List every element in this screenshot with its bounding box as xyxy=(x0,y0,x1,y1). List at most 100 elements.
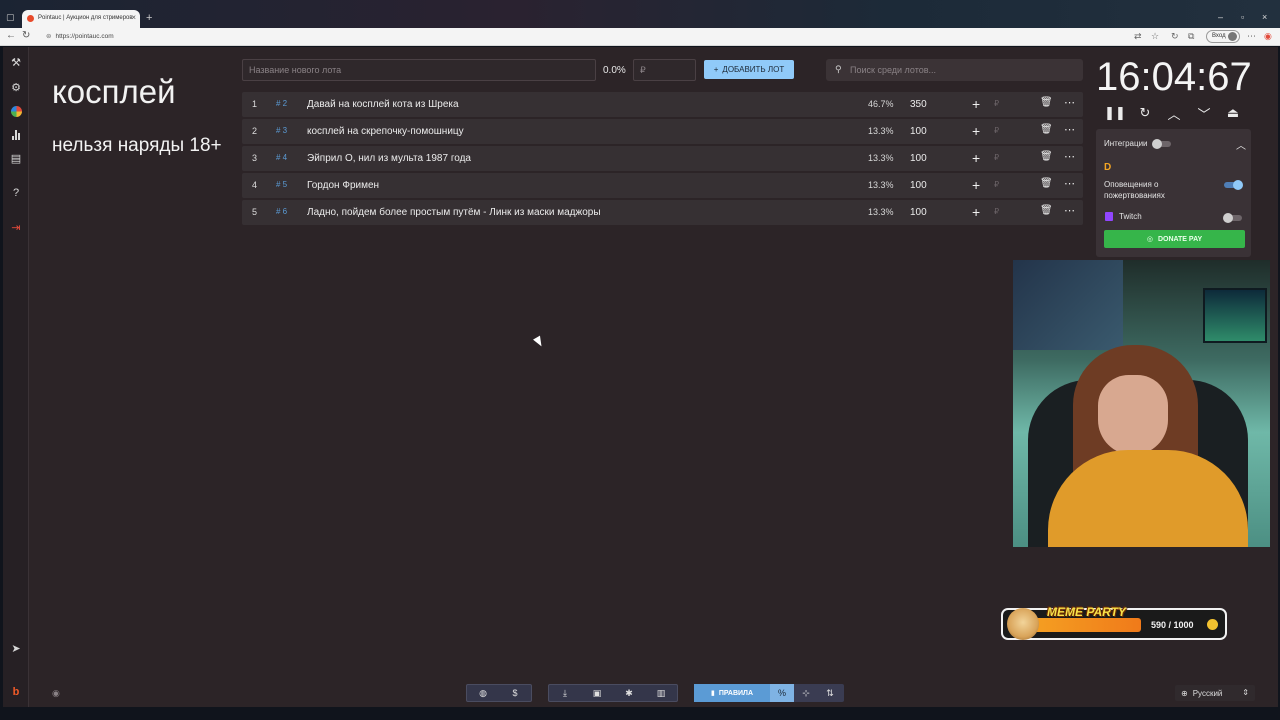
add-amount-icon[interactable]: + xyxy=(972,204,980,220)
telegram-icon[interactable]: ➤ xyxy=(9,641,23,655)
table-row: 2 # 3 косплей на скрепочку-помошницу 13.… xyxy=(242,119,1083,144)
lot-percent: 13.3% xyxy=(868,207,894,217)
lot-id: # 2 xyxy=(276,99,288,108)
lot-amount-currency[interactable]: ₽ xyxy=(994,180,999,189)
lot-amount-currency[interactable]: ₽ xyxy=(994,126,999,135)
lot-amount[interactable]: 100 xyxy=(910,207,927,218)
timer-increase-icon[interactable]: ︿ xyxy=(1166,105,1182,122)
browser-tab[interactable]: Pointauc | Аукцион для стримеров × xyxy=(22,10,140,28)
gear-icon[interactable]: ⚙ xyxy=(9,80,23,94)
delete-icon[interactable]: 🗑 xyxy=(1040,97,1053,108)
select-arrows-icon: ⇕ xyxy=(1242,688,1249,697)
table-row: 4 # 5 Гордон Фримен 13.3% 100 + ₽ 🗑 ⋯ xyxy=(242,173,1083,198)
wheel-pie-icon xyxy=(10,105,22,117)
close-window-icon[interactable]: × xyxy=(1262,12,1267,22)
add-amount-icon[interactable]: + xyxy=(972,150,980,166)
wheel-icon[interactable] xyxy=(9,104,23,118)
lot-name[interactable]: Давай на косплей кота из Шрека xyxy=(307,99,459,110)
download-icon[interactable]: ⤓ xyxy=(549,685,581,701)
globe-icon: ⊕ xyxy=(1181,688,1188,698)
minimize-icon[interactable]: – xyxy=(1218,12,1223,22)
eye-icon[interactable]: ◉ xyxy=(52,688,60,699)
lot-amount-currency[interactable]: ₽ xyxy=(994,153,999,162)
refresh-icon[interactable]: ↻ xyxy=(1171,31,1179,42)
rules-button[interactable]: ▮ ПРАВИЛА xyxy=(694,684,770,702)
lot-name[interactable]: Ладно, пойдем более простым путём - Линк… xyxy=(307,207,601,218)
timer-decrease-icon[interactable]: ﹀ xyxy=(1196,105,1212,122)
doge-icon xyxy=(1007,608,1039,640)
stats-icon[interactable] xyxy=(9,128,23,142)
github-icon[interactable]: ◍ xyxy=(467,685,499,701)
lot-number: 3 xyxy=(252,153,258,163)
tab-menu-icon[interactable]: ▢ xyxy=(6,12,15,23)
add-lot-button[interactable]: + ДОБАВИТЬ ЛОТ xyxy=(704,60,794,79)
more-icon[interactable]: ⋯ xyxy=(1064,204,1075,217)
copilot-icon[interactable]: ◉ xyxy=(1264,31,1272,42)
lot-amount-currency[interactable]: ₽ xyxy=(994,207,999,216)
lot-amount[interactable]: 100 xyxy=(910,153,927,164)
bookmark-star-icon[interactable]: ☆ xyxy=(1151,31,1159,42)
bug-icon[interactable]: ✱ xyxy=(613,685,645,701)
add-amount-icon[interactable]: + xyxy=(972,96,980,112)
tab-title: Pointauc | Аукцион для стримеров xyxy=(38,15,133,21)
donation-alerts-toggle[interactable] xyxy=(1224,180,1243,190)
twitch-toggle[interactable] xyxy=(1223,213,1242,223)
lot-amount[interactable]: 100 xyxy=(910,126,927,137)
browser-menu-icon[interactable]: ⋯ xyxy=(1247,31,1256,42)
clear-icon[interactable]: ▥ xyxy=(645,685,677,701)
logout-icon[interactable]: ⇥ xyxy=(9,220,23,234)
clipboard-icon[interactable]: ▤ xyxy=(9,151,23,165)
new-lot-name-input[interactable] xyxy=(242,59,596,81)
more-icon[interactable]: ⋯ xyxy=(1064,150,1075,163)
meme-party-count: 590 / 1000 xyxy=(1151,620,1194,630)
reload-icon[interactable]: ↻ xyxy=(22,30,30,41)
tab-close-icon[interactable]: × xyxy=(131,13,136,22)
lot-amount[interactable]: 350 xyxy=(910,99,927,110)
delete-icon[interactable]: 🗑 xyxy=(1040,124,1053,135)
extensions-icon[interactable]: ⧉ xyxy=(1188,31,1194,42)
lot-name[interactable]: косплей на скрепочку-помошницу xyxy=(307,126,464,137)
sort-icon[interactable]: ⇅ xyxy=(818,684,842,702)
pause-icon[interactable]: ❚❚ xyxy=(1104,105,1126,121)
timer-double-icon[interactable]: ⏏ xyxy=(1225,105,1241,121)
percent-icon[interactable]: % xyxy=(770,684,794,702)
actions-bar: ⤓ ▣ ✱ ▥ xyxy=(548,684,678,702)
help-icon[interactable]: ? xyxy=(9,186,23,200)
collapse-icon[interactable]: ︿ xyxy=(1236,137,1246,152)
site-info-icon[interactable]: ⊜ xyxy=(46,33,51,40)
more-icon[interactable]: ⋯ xyxy=(1064,123,1075,136)
lot-name[interactable]: Гордон Фримен xyxy=(307,180,379,191)
lot-name[interactable]: Эйприл О, нил из мульта 1987 года xyxy=(307,153,471,164)
maximize-icon[interactable]: ▫ xyxy=(1241,12,1244,22)
language-select[interactable]: ⊕ Русский ⇕ xyxy=(1175,685,1255,701)
more-icon[interactable]: ⋯ xyxy=(1064,177,1075,190)
search-input[interactable] xyxy=(850,59,1078,81)
boosty-icon[interactable]: b xyxy=(9,685,23,699)
new-lot-amount-input[interactable] xyxy=(633,59,696,81)
lot-amount[interactable]: 100 xyxy=(910,180,927,191)
integrations-toggle[interactable] xyxy=(1152,139,1171,149)
webcam-aquarium xyxy=(1203,288,1267,343)
lot-percent: 13.3% xyxy=(868,153,894,163)
table-row: 3 # 4 Эйприл О, нил из мульта 1987 года … xyxy=(242,146,1083,171)
login-button[interactable]: Вход xyxy=(1206,30,1240,43)
donate-dollar-icon[interactable]: $ xyxy=(499,685,531,701)
add-amount-icon[interactable]: + xyxy=(972,123,980,139)
delete-icon[interactable]: 🗑 xyxy=(1040,178,1053,189)
translate-icon[interactable]: ⇄ xyxy=(1134,31,1142,42)
split-icon[interactable]: ⊹ xyxy=(794,684,818,702)
delete-icon[interactable]: 🗑 xyxy=(1040,151,1053,162)
save-icon[interactable]: ▣ xyxy=(581,685,613,701)
new-tab-icon[interactable]: + xyxy=(146,12,152,24)
lot-amount-currency[interactable]: ₽ xyxy=(994,99,999,108)
back-icon[interactable]: ← xyxy=(6,30,16,41)
address-bar: ← ↻ ⊜ https://pointauc.com ⇄ ☆ ↻ ⧉ Вход ⋯… xyxy=(0,28,1280,46)
donate-pay-button[interactable]: ◎ DONATE PAY xyxy=(1104,230,1245,248)
more-icon[interactable]: ⋯ xyxy=(1064,96,1075,109)
add-amount-icon[interactable]: + xyxy=(972,177,980,193)
delete-icon[interactable]: 🗑 xyxy=(1040,205,1053,216)
webcam-overlay xyxy=(1013,260,1270,547)
reset-icon[interactable]: ↻ xyxy=(1137,105,1153,121)
gavel-icon[interactable]: ⚒ xyxy=(9,55,23,69)
url-field[interactable]: ⊜ https://pointauc.com xyxy=(46,32,114,40)
